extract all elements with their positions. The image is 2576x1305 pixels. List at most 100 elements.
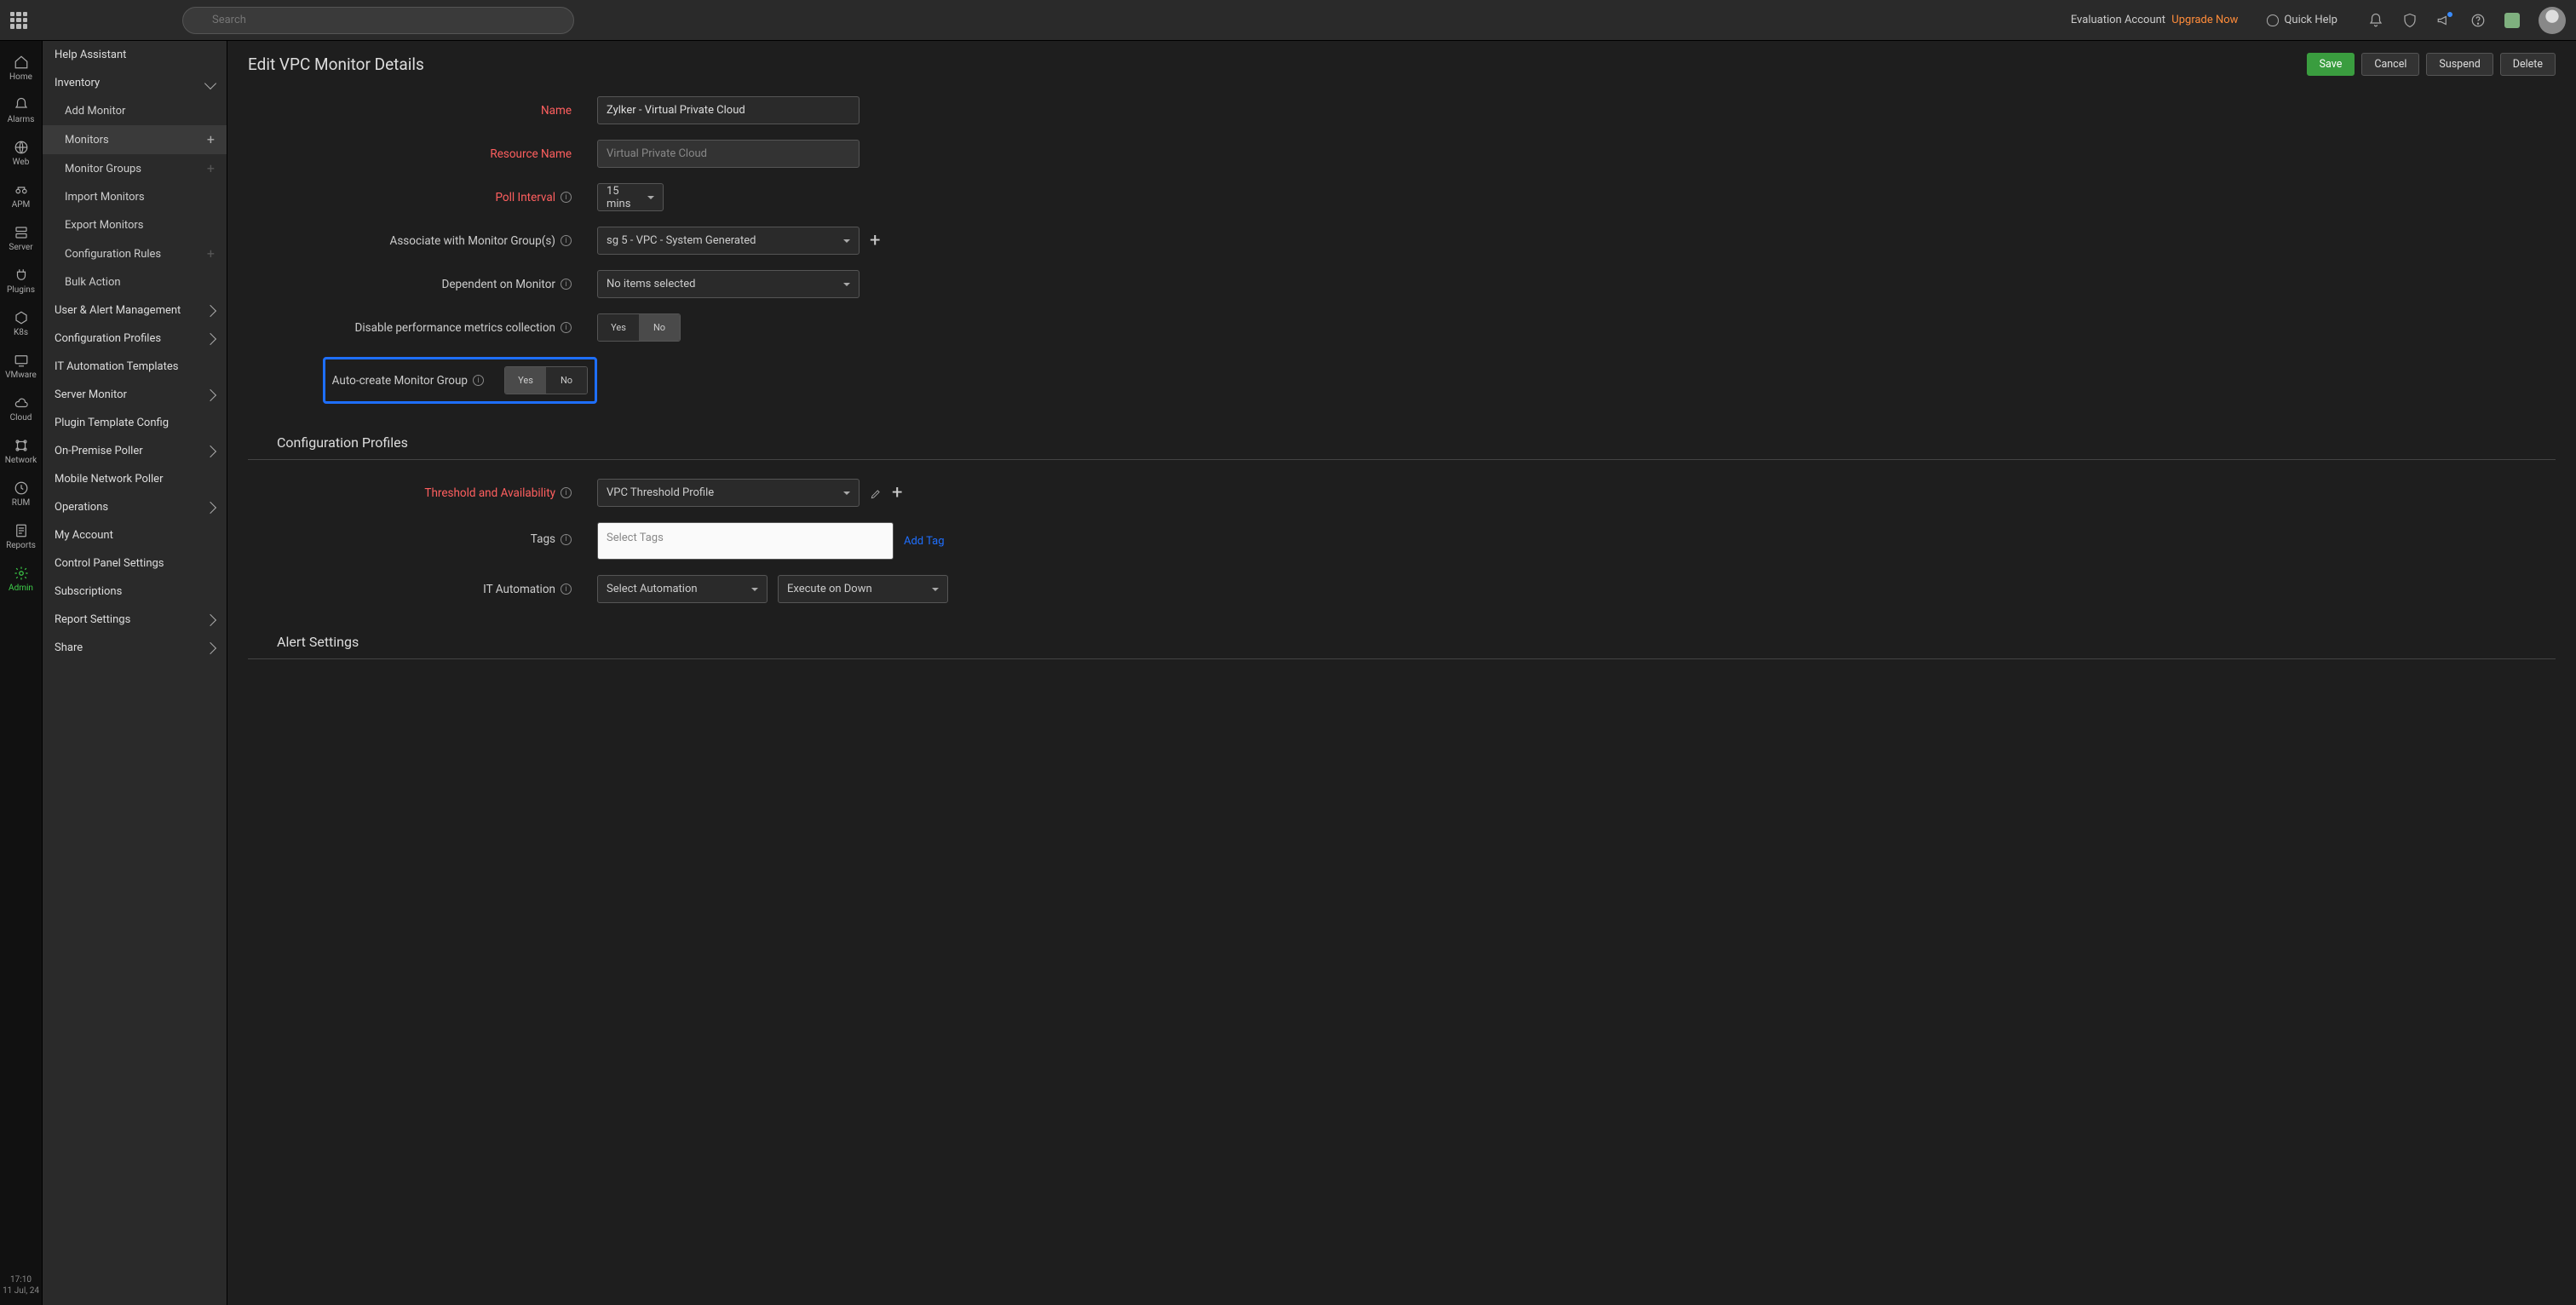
sidebar-item-label: My Account	[55, 529, 113, 542]
rail-vmware[interactable]: VMware	[0, 348, 42, 385]
sidebar-item-monitor-groups[interactable]: Monitor Groups+	[43, 154, 227, 183]
sidebar-item-add-monitor[interactable]: Add Monitor	[43, 97, 227, 125]
rail-k8s[interactable]: K8s	[0, 305, 42, 342]
info-icon[interactable]: i	[561, 235, 572, 246]
dependent-monitor-label: Dependent on Monitori	[248, 278, 597, 291]
rail-cloud[interactable]: Cloud	[0, 390, 42, 428]
quick-help-link[interactable]: Quick Help	[2267, 14, 2337, 26]
save-button[interactable]: Save	[2307, 53, 2355, 76]
tags-input[interactable]: Select Tags	[597, 522, 894, 560]
sidebar-item-import-monitors[interactable]: Import Monitors	[43, 183, 227, 211]
rail-plugins[interactable]: Plugins	[0, 262, 42, 300]
avatar[interactable]	[2539, 7, 2566, 34]
sidebar-item-export-monitors[interactable]: Export Monitors	[43, 211, 227, 239]
rail-admin[interactable]: Admin	[0, 561, 42, 598]
associate-group-label: Associate with Monitor Group(s)i	[248, 234, 597, 248]
it-automation-select[interactable]: Select Automation	[597, 575, 768, 603]
sidebar-item-my-account[interactable]: My Account	[43, 521, 227, 549]
info-icon[interactable]: i	[473, 375, 484, 386]
info-icon[interactable]: i	[561, 279, 572, 290]
sidebar-item-monitors[interactable]: Monitors +	[43, 125, 227, 154]
plus-icon[interactable]: +	[207, 162, 215, 175]
suspend-button[interactable]: Suspend	[2426, 53, 2493, 76]
shield-icon[interactable]	[2402, 13, 2418, 28]
info-icon[interactable]: i	[561, 584, 572, 595]
sidebar-item-server-monitor[interactable]: Server Monitor	[43, 381, 227, 409]
add-group-button[interactable]: +	[870, 232, 880, 250]
sidebar-item-subscriptions[interactable]: Subscriptions	[43, 578, 227, 606]
delete-button[interactable]: Delete	[2500, 53, 2556, 76]
info-icon[interactable]: i	[561, 487, 572, 498]
info-icon[interactable]: i	[561, 192, 572, 203]
rail-server[interactable]: Server	[0, 220, 42, 257]
chevron-right-icon	[204, 304, 216, 316]
rail-reports[interactable]: Reports	[0, 518, 42, 555]
sidebar-item-label: Import Monitors	[65, 191, 145, 204]
sidebar-item-share[interactable]: Share	[43, 634, 227, 662]
bulb-icon	[2267, 14, 2279, 26]
rail-apm[interactable]: APM	[0, 177, 42, 215]
upgrade-now-link[interactable]: Upgrade Now	[2171, 14, 2238, 26]
sidebar-item-label: On-Premise Poller	[55, 445, 143, 457]
rail-network[interactable]: Network	[0, 433, 42, 470]
info-icon[interactable]: i	[561, 322, 572, 333]
app-launcher-icon[interactable]	[10, 12, 27, 29]
sidebar-item-mobile-network-poller[interactable]: Mobile Network Poller	[43, 465, 227, 493]
sidebar-item-label: Server Monitor	[55, 388, 127, 401]
auto-create-toggle[interactable]: Yes No	[504, 366, 588, 394]
sidebar-item-label: Report Settings	[55, 613, 130, 626]
toggle-no[interactable]: No	[546, 367, 587, 394]
sidebar-item-inventory[interactable]: Inventory	[43, 69, 227, 97]
plus-icon[interactable]: +	[207, 133, 215, 147]
disable-metrics-toggle[interactable]: Yes No	[597, 313, 681, 342]
toggle-no[interactable]: No	[639, 314, 680, 341]
sidebar-item-label: Add Monitor	[65, 105, 125, 118]
rail-web[interactable]: Web	[0, 135, 42, 172]
sidebar-item-plugin-template-config[interactable]: Plugin Template Config	[43, 409, 227, 437]
it-automation-trigger-select[interactable]: Execute on Down	[778, 575, 948, 603]
auto-create-group-label: Auto-create Monitor Group	[332, 374, 468, 388]
sidebar-item-help-assistant[interactable]: Help Assistant	[43, 41, 227, 69]
sidebar-item-label: Plugin Template Config	[55, 417, 169, 429]
sidebar-item-it-automation-templates[interactable]: IT Automation Templates	[43, 353, 227, 381]
add-threshold-button[interactable]: +	[892, 484, 902, 503]
info-icon[interactable]: i	[561, 534, 572, 545]
chevron-down-icon	[204, 77, 216, 89]
sidebar-item-label: Operations	[55, 501, 108, 514]
sidebar-item-operations[interactable]: Operations	[43, 493, 227, 521]
sidebar-item-control-panel-settings[interactable]: Control Panel Settings	[43, 549, 227, 578]
rail-home[interactable]: Home	[0, 49, 42, 87]
edit-icon[interactable]	[870, 487, 882, 499]
toggle-yes[interactable]: Yes	[598, 314, 639, 341]
notifications-icon[interactable]	[2368, 13, 2383, 28]
sidebar-item-label: Mobile Network Poller	[55, 473, 163, 486]
add-tag-link[interactable]: Add Tag	[904, 535, 945, 548]
dependent-monitor-select[interactable]: No items selected	[597, 270, 860, 298]
chevron-right-icon	[204, 388, 216, 400]
sidebar-item-label: Monitors	[65, 134, 109, 147]
associate-group-select[interactable]: sg 5 - VPC - System Generated	[597, 227, 860, 255]
evaluation-account-label: Evaluation Account Upgrade Now	[2071, 14, 2239, 26]
plus-icon[interactable]: +	[207, 247, 215, 261]
rail-alarms[interactable]: Alarms	[0, 92, 42, 129]
announcements-icon[interactable]	[2436, 13, 2452, 28]
threshold-select[interactable]: VPC Threshold Profile	[597, 479, 860, 507]
sidebar-item-configuration-profiles[interactable]: Configuration Profiles	[43, 325, 227, 353]
sidebar-item-on-premise-poller[interactable]: On-Premise Poller	[43, 437, 227, 465]
poll-interval-select[interactable]: 15 mins	[597, 183, 664, 211]
sidebar-item-label: Bulk Action	[65, 276, 121, 289]
sidebar-item-label: User & Alert Management	[55, 304, 181, 317]
name-input[interactable]	[597, 96, 860, 124]
chat-icon[interactable]	[2504, 13, 2520, 28]
sidebar-item-configuration-rules[interactable]: Configuration Rules+	[43, 239, 227, 268]
search-input[interactable]	[182, 7, 574, 34]
sidebar-item-user-alert-management[interactable]: User & Alert Management	[43, 296, 227, 325]
section-alert-settings: Alert Settings	[248, 618, 2556, 659]
rail-rum[interactable]: RUM	[0, 475, 42, 513]
cancel-button[interactable]: Cancel	[2361, 53, 2419, 76]
help-icon[interactable]	[2470, 13, 2486, 28]
toggle-yes[interactable]: Yes	[505, 367, 546, 394]
sidebar-item-label: Share	[55, 641, 83, 654]
sidebar-item-bulk-action[interactable]: Bulk Action	[43, 268, 227, 296]
sidebar-item-report-settings[interactable]: Report Settings	[43, 606, 227, 634]
